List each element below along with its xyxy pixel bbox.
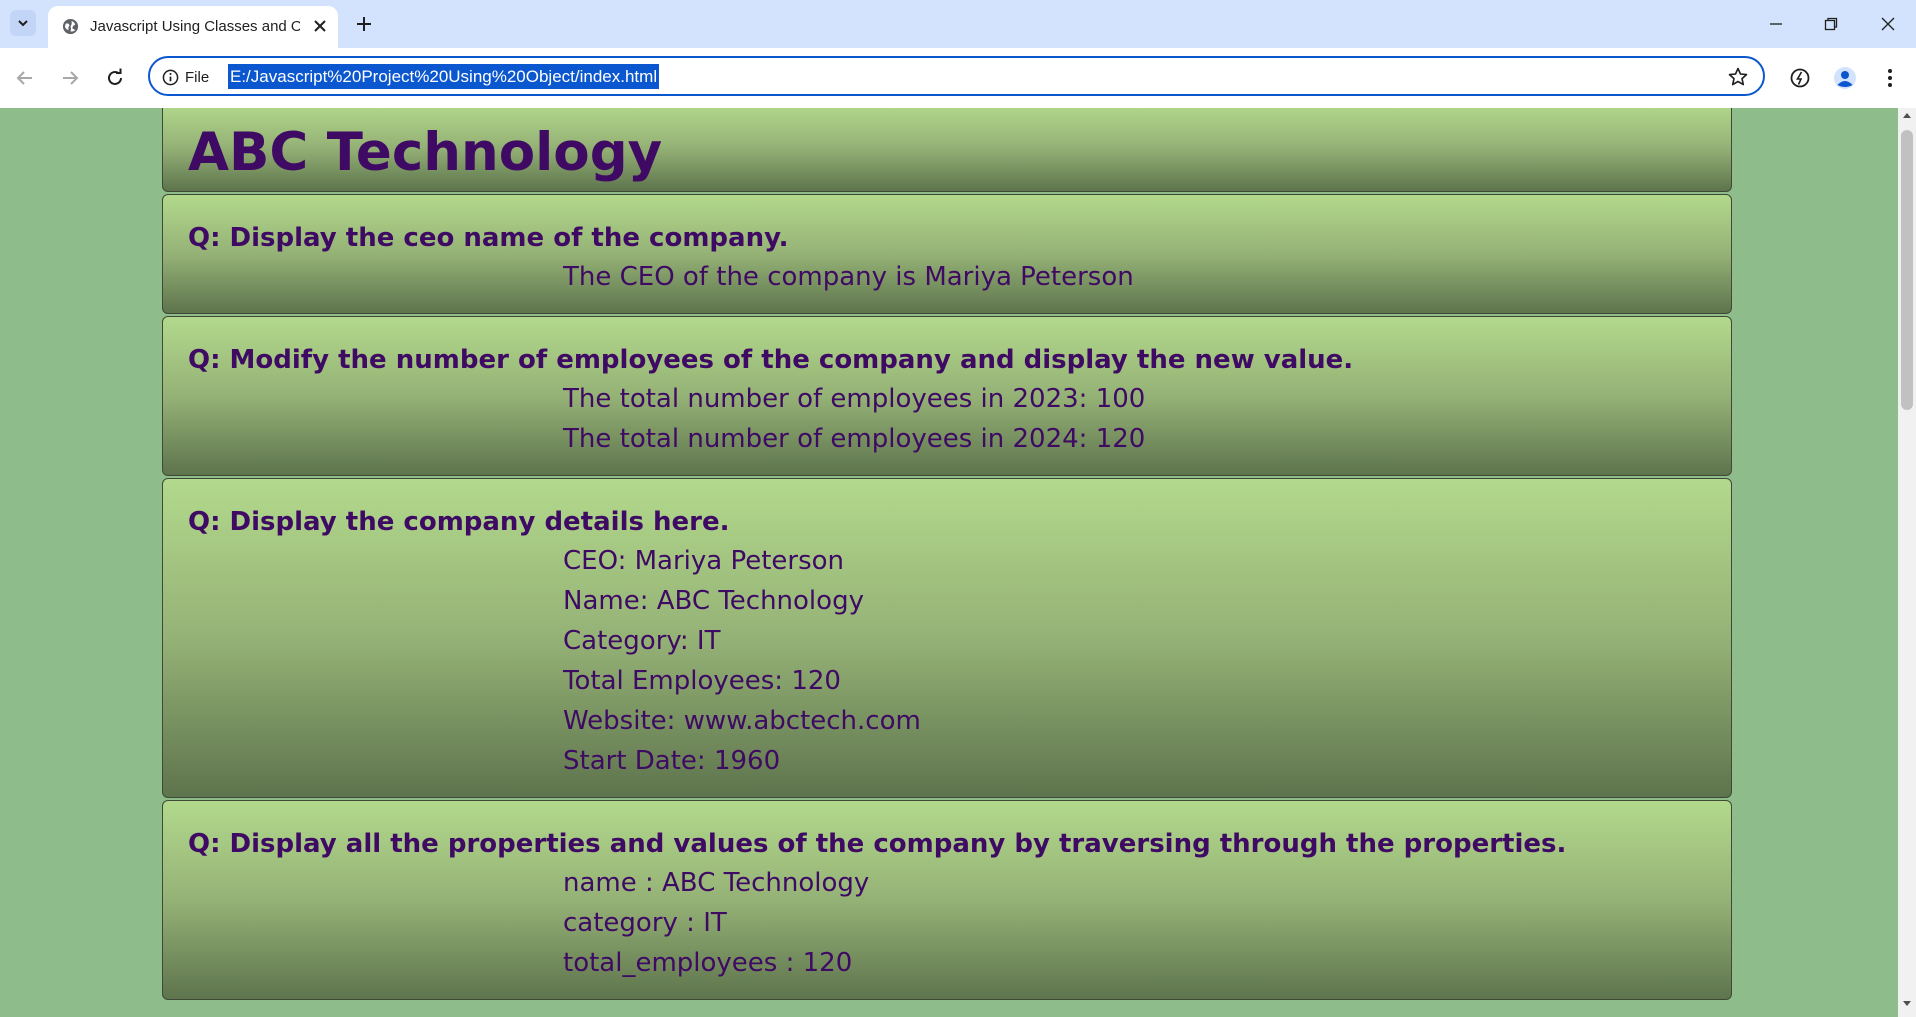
- scrollbar-thumb[interactable]: [1901, 130, 1913, 410]
- browser-toolbar: File E:/Javascript%20Project%20Using%20O…: [0, 48, 1916, 108]
- answer-line: Total Employees: 120: [563, 666, 841, 696]
- triangle-up-icon: [1903, 113, 1911, 118]
- close-icon: [1881, 17, 1895, 31]
- site-info-label: File: [185, 68, 210, 86]
- speedometer-icon: [1790, 68, 1810, 88]
- question-section: Q: Modify the number of employees of the…: [162, 316, 1732, 476]
- answer-line: The total number of employees in 2023: 1…: [563, 384, 1146, 414]
- globe-icon: [62, 18, 79, 35]
- answer-list: CEO: Mariya Peterson Name: ABC Technolog…: [163, 537, 1731, 797]
- kebab-menu-icon: [1888, 69, 1892, 87]
- window-close-button[interactable]: [1874, 10, 1902, 38]
- answer-line: CEO: Mariya Peterson: [563, 546, 845, 576]
- minimize-icon: [1770, 23, 1782, 25]
- bookmark-button[interactable]: [1727, 66, 1749, 88]
- tab-search-button[interactable]: [10, 10, 36, 36]
- question-text: Q: Display the ceo name of the company.: [188, 223, 789, 253]
- tab-strip: Javascript Using Classes and Objects: [0, 0, 1916, 48]
- vertical-scrollbar[interactable]: [1898, 108, 1916, 1017]
- question-section: Q: Display the company details here. CEO…: [162, 478, 1732, 798]
- question-section: Q: Display all the properties and values…: [162, 800, 1732, 1000]
- reload-button[interactable]: [101, 64, 129, 92]
- question-text: Q: Display all the properties and values…: [188, 829, 1567, 859]
- star-icon: [1728, 67, 1748, 86]
- url-text[interactable]: E:/Javascript%20Project%20Using%20Object…: [228, 64, 660, 89]
- answer-line: The CEO of the company is Mariya Peterso…: [563, 262, 1134, 292]
- answer-line: name : ABC Technology: [563, 868, 870, 898]
- chevron-down-icon: [18, 20, 28, 27]
- question-section: Q: Display the ceo name of the company. …: [162, 194, 1732, 314]
- tab-title: Javascript Using Classes and Objects: [90, 18, 300, 35]
- close-icon: [314, 20, 326, 32]
- answer-line: Name: ABC Technology: [563, 586, 864, 616]
- answer-line: The total number of employees in 2024: 1…: [563, 424, 1146, 454]
- scroll-up-button[interactable]: [1898, 112, 1916, 126]
- browser-tab[interactable]: Javascript Using Classes and Objects: [48, 6, 338, 48]
- back-button[interactable]: [11, 64, 39, 92]
- answer-line: Category: IT: [563, 626, 721, 656]
- arrow-right-icon: [63, 71, 79, 85]
- page-viewport: ABC Technology Q: Display the ceo name o…: [0, 108, 1898, 1017]
- answer-line: Website: www.abctech.com: [563, 706, 921, 736]
- answer-list: The total number of employees in 2023: 1…: [163, 375, 1731, 475]
- plus-icon: [357, 17, 371, 31]
- content-container: ABC Technology Q: Display the ceo name o…: [162, 108, 1732, 1002]
- info-icon: [162, 69, 179, 85]
- new-tab-button[interactable]: [352, 12, 376, 36]
- restore-button[interactable]: [1817, 10, 1845, 38]
- scroll-down-button[interactable]: [1898, 1001, 1916, 1015]
- reload-icon: [108, 68, 122, 85]
- arrow-left-icon: [16, 71, 32, 85]
- address-bar[interactable]: File E:/Javascript%20Project%20Using%20O…: [148, 56, 1765, 96]
- answer-line: Start Date: 1960: [563, 746, 781, 776]
- site-info-button[interactable]: File: [162, 66, 209, 88]
- answer-line: total_employees : 120: [563, 948, 853, 978]
- menu-button[interactable]: [1876, 64, 1904, 92]
- triangle-down-icon: [1903, 1001, 1911, 1006]
- answer-list: The CEO of the company is Mariya Peterso…: [163, 253, 1731, 313]
- minimize-button[interactable]: [1762, 10, 1790, 38]
- tab-close-button[interactable]: [310, 16, 330, 36]
- question-text: Q: Display the company details here.: [188, 507, 730, 537]
- question-text: Q: Modify the number of employees of the…: [188, 345, 1354, 375]
- page-header: ABC Technology: [162, 108, 1732, 192]
- forward-button[interactable]: [56, 64, 84, 92]
- avatar-icon: [1834, 67, 1856, 89]
- page-title: ABC Technology: [188, 122, 663, 183]
- performance-button[interactable]: [1786, 64, 1814, 92]
- answer-line: category : IT: [563, 908, 727, 938]
- profile-button[interactable]: [1831, 64, 1859, 92]
- answer-list: name : ABC Technology category : IT tota…: [163, 859, 1731, 999]
- restore-icon: [1824, 17, 1838, 31]
